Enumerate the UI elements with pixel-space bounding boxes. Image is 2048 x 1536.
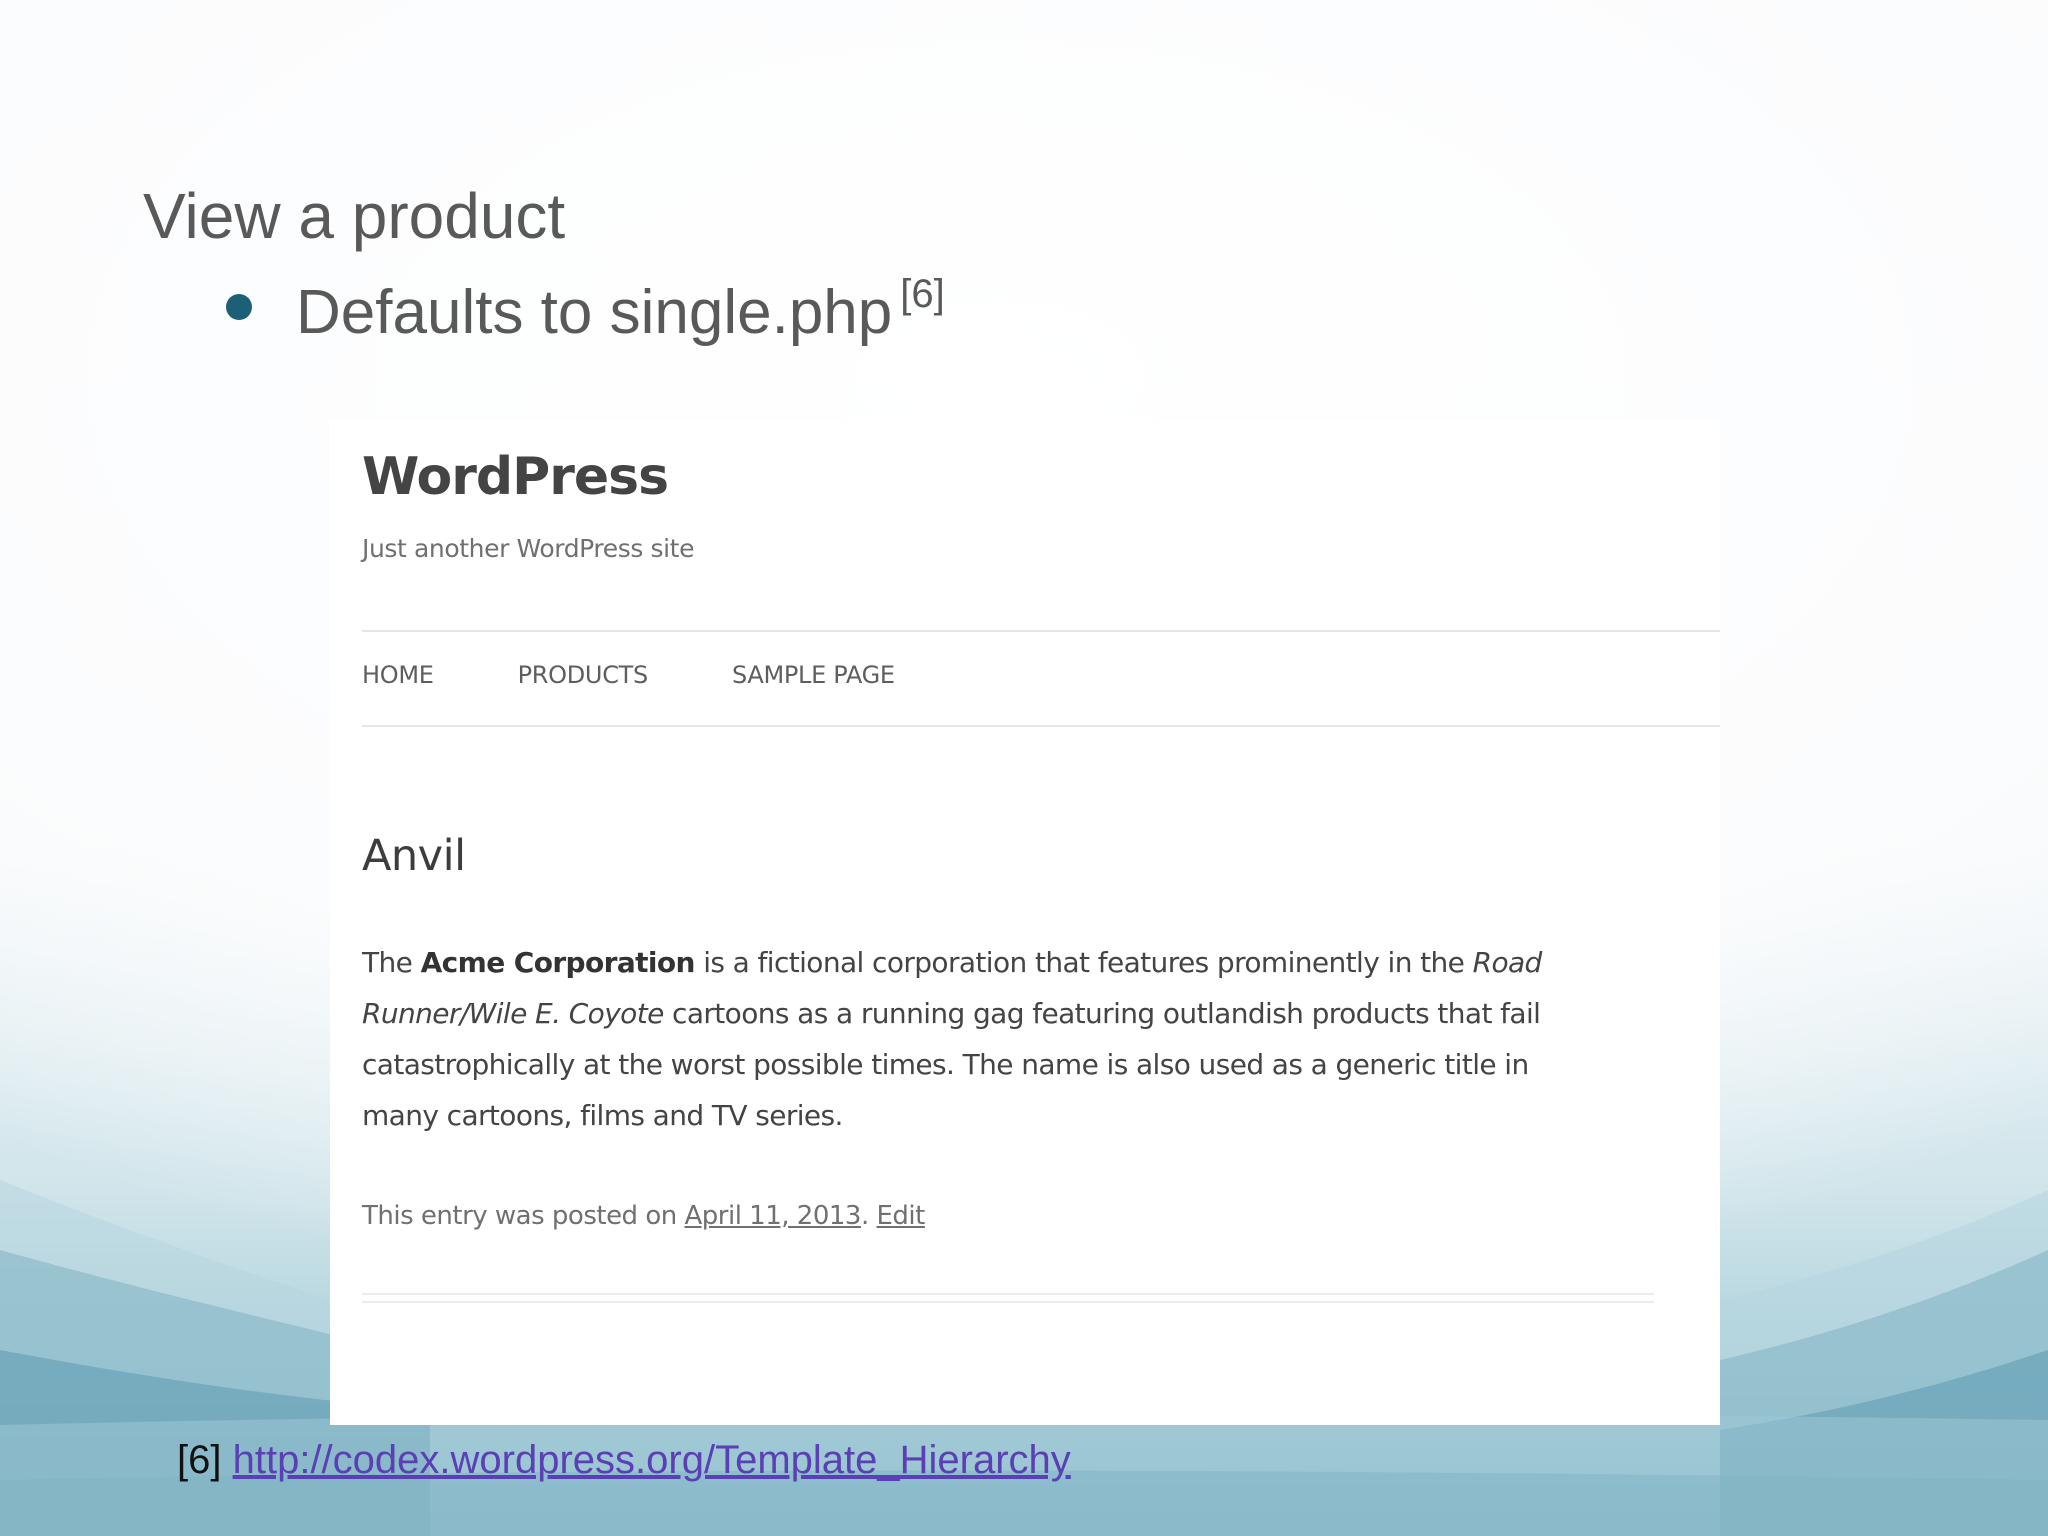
entry-footer-divider-top (362, 1293, 1654, 1295)
wordpress-screenshot: WordPress Just another WordPress site HO… (330, 421, 1720, 1425)
content-text-1: The (362, 946, 421, 979)
nav-item-products[interactable]: PRODUCTS (518, 661, 649, 689)
bullet-text: Defaults to single.php [6] (296, 272, 945, 348)
bullet-citation: [6] (900, 272, 945, 316)
entry-title: Anvil (362, 831, 466, 881)
nav-item-home[interactable]: HOME (362, 661, 434, 689)
site-title[interactable]: WordPress (362, 447, 669, 507)
edit-link[interactable]: Edit (877, 1201, 926, 1231)
entry-footer-divider-bottom (362, 1301, 1654, 1303)
meta-separator: . (860, 1201, 877, 1231)
nav-item-sample-page[interactable]: SAMPLE PAGE (732, 661, 895, 689)
slide-title: View a product (143, 180, 566, 252)
site-tagline: Just another WordPress site (362, 534, 695, 563)
entry-content: The Acme Corporation is a fictional corp… (362, 937, 1612, 1141)
meta-prefix: This entry was posted on (362, 1201, 685, 1231)
content-text-2: is a fictional corporation that features… (694, 946, 1473, 979)
post-date-link[interactable]: April 11, 2013 (684, 1201, 861, 1231)
bullet-dot-icon (226, 294, 252, 320)
footnote: [6] http://codex.wordpress.org/Template_… (177, 1438, 1071, 1483)
bullet-label: Defaults to single.php (296, 278, 893, 347)
entry-meta: This entry was posted on April 11, 2013.… (362, 1201, 925, 1231)
bullet-item: Defaults to single.php [6] (226, 270, 945, 350)
footnote-link[interactable]: http://codex.wordpress.org/Template_Hier… (233, 1438, 1071, 1482)
nav-top-divider (362, 630, 1720, 632)
nav-bottom-divider (362, 725, 1720, 727)
footnote-ref: [6] (177, 1438, 222, 1482)
main-navigation: HOME PRODUCTS SAMPLE PAGE (362, 661, 979, 689)
content-bold-text: Acme Corporation (420, 946, 696, 979)
